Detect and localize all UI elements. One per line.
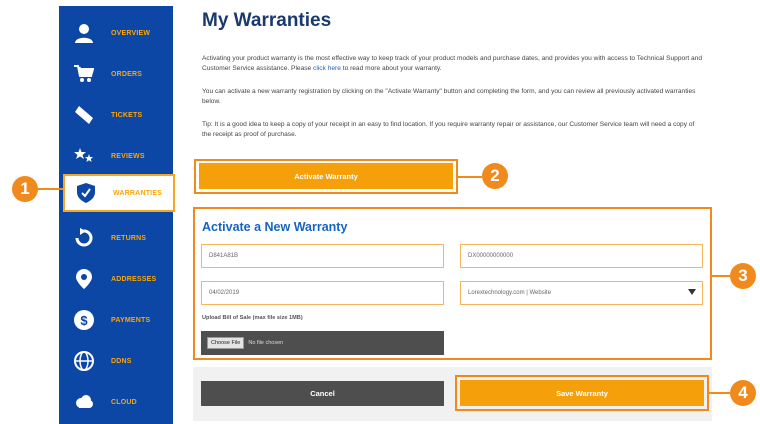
nav-label: PAYMENTS xyxy=(111,316,151,324)
chevron-down-icon xyxy=(688,289,696,295)
nav-label: ORDERS xyxy=(111,70,143,78)
page-title: My Warranties xyxy=(202,10,332,31)
nav-label: DDNS xyxy=(111,357,132,365)
purchase-source-select[interactable]: Lorextechnology.com | Website xyxy=(460,281,703,305)
stars-icon xyxy=(73,145,95,167)
intro-paragraph: Activating your product warranty is the … xyxy=(202,54,704,73)
nav-label: CLOUD xyxy=(111,398,137,406)
purchase-date-value: 04/02/2019 xyxy=(209,290,240,296)
nav-label: OVERVIEW xyxy=(111,29,151,37)
dollar-icon: $ xyxy=(73,309,95,331)
activation-paragraph: You can activate a new warranty registra… xyxy=(202,88,696,105)
nav-item-ddns[interactable]: DDNS xyxy=(59,342,173,380)
nav-label: WARRANTIES xyxy=(113,189,163,197)
cancel-button[interactable]: Cancel xyxy=(201,381,444,406)
cloud-icon xyxy=(73,391,95,413)
nav-item-addresses[interactable]: ADDRESSES xyxy=(59,260,173,298)
intro-text-end: to read more about your warranty. xyxy=(340,64,442,72)
callout-1-line xyxy=(38,188,63,190)
model-number-value: D841A81B xyxy=(209,253,239,259)
ticket-icon xyxy=(73,104,95,126)
nav-label: REVIEWS xyxy=(111,152,145,160)
callout-2: 2 xyxy=(482,163,508,189)
choose-file-button[interactable]: Choose File xyxy=(207,337,245,349)
callout-2-line xyxy=(458,176,482,178)
serial-number-field[interactable]: DX00000000000 xyxy=(460,244,703,268)
map-pin-icon xyxy=(73,268,95,290)
return-icon xyxy=(73,227,95,249)
svg-text:$: $ xyxy=(80,313,88,328)
sidebar: OVERVIEW ORDERS TICKETS REVIEWS WARRANTI… xyxy=(59,6,175,424)
upload-label: Upload Bill of Sale (max file size 1MB) xyxy=(202,315,303,321)
nav-label: RETURNS xyxy=(111,234,147,242)
file-upload-field[interactable]: Choose File No file chosen xyxy=(201,331,444,355)
serial-number-value: DX00000000000 xyxy=(468,253,514,259)
globe-icon xyxy=(73,350,95,372)
model-number-field[interactable]: D841A81B xyxy=(201,244,444,268)
save-warranty-button[interactable]: Save Warranty xyxy=(460,380,704,406)
nav-item-returns[interactable]: RETURNS xyxy=(59,219,173,257)
callout-4-line xyxy=(709,392,731,394)
nav-item-orders[interactable]: ORDERS xyxy=(59,55,173,93)
purchase-date-field[interactable]: 04/02/2019 xyxy=(201,281,444,305)
nav-item-reviews[interactable]: REVIEWS xyxy=(59,137,173,175)
callout-4: 4 xyxy=(730,380,756,406)
tip-paragraph: Tip: It is a good idea to keep a copy of… xyxy=(202,121,695,138)
nav-item-overview[interactable]: OVERVIEW xyxy=(59,14,173,52)
shield-icon xyxy=(75,182,97,204)
nav-item-warranties[interactable]: WARRANTIES xyxy=(63,174,175,212)
form-title: Activate a New Warranty xyxy=(202,220,348,234)
nav-label: ADDRESSES xyxy=(111,275,157,283)
callout-3-line xyxy=(712,275,732,277)
cart-icon xyxy=(73,63,95,85)
user-icon xyxy=(73,22,95,44)
nav-item-tickets[interactable]: TICKETS xyxy=(59,96,173,134)
callout-1: 1 xyxy=(12,176,38,202)
click-here-link[interactable]: click here xyxy=(313,65,341,72)
no-file-text: No file chosen xyxy=(248,340,284,346)
activate-warranty-button[interactable]: Activate Warranty xyxy=(199,163,453,189)
nav-item-payments[interactable]: $ PAYMENTS xyxy=(59,301,173,339)
purchase-source-value: Lorextechnology.com | Website xyxy=(468,290,552,296)
nav-item-cloud[interactable]: CLOUD xyxy=(59,383,173,421)
nav-label: TICKETS xyxy=(111,111,143,119)
callout-3: 3 xyxy=(730,263,756,289)
intro-text-start: Activating your product warranty is the … xyxy=(202,55,703,72)
